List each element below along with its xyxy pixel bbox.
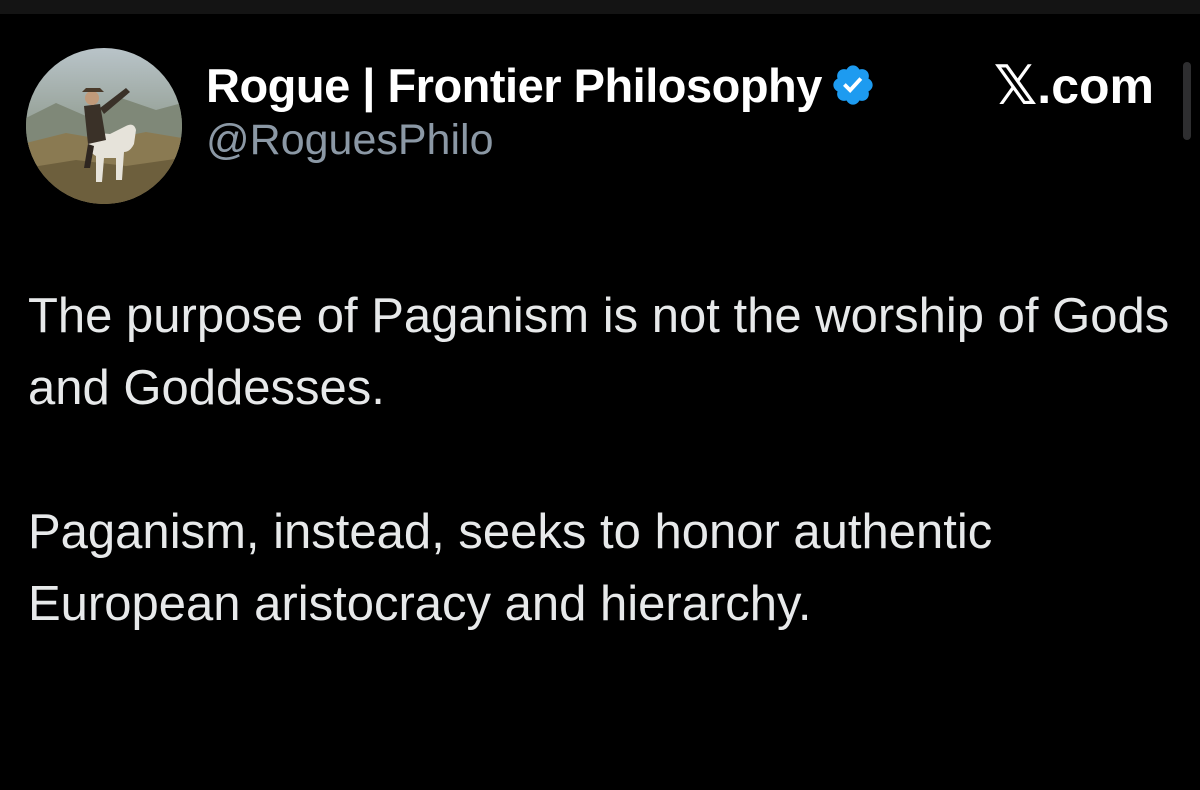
avatar-image [26, 48, 182, 204]
avatar[interactable] [26, 48, 182, 204]
post-paragraph: The purpose of Paganism is not the worsh… [28, 289, 1170, 415]
post-paragraph: Paganism, instead, seeks to honor authen… [28, 505, 993, 631]
top-status-strip [0, 0, 1200, 14]
post-header: Rogue | Frontier Philosophy @RoguesPhilo… [26, 48, 1166, 204]
x-logo-icon: 𝕏 [993, 54, 1038, 117]
source-site-label: .com [1037, 57, 1154, 114]
scrollbar[interactable] [1183, 62, 1191, 140]
source-watermark: 𝕏 .com [994, 54, 1154, 117]
verified-badge-icon [830, 62, 876, 108]
author-handle[interactable]: @RoguesPhilo [206, 116, 1166, 165]
post-text: The purpose of Paganism is not the worsh… [28, 280, 1178, 640]
display-name[interactable]: Rogue | Frontier Philosophy [206, 58, 822, 113]
